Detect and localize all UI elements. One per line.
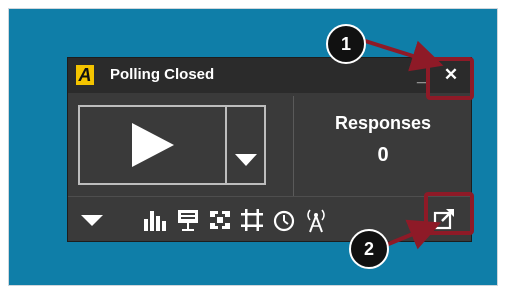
- callout-badge-1: 1: [326, 24, 366, 64]
- callout-badge-2: 2: [349, 229, 389, 269]
- callout-arrows: [361, 38, 444, 250]
